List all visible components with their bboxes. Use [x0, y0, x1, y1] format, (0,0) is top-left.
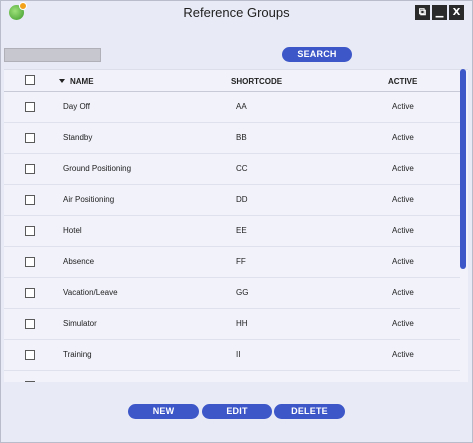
row-checkbox[interactable] [25, 102, 35, 112]
row-active: Active [392, 381, 414, 382]
row-shortcode: ZZ [236, 381, 246, 382]
table-scrollbar[interactable] [460, 69, 466, 269]
header-name[interactable]: NAME [70, 77, 94, 86]
table-row[interactable]: Training II Active [4, 340, 460, 371]
row-name: Absence [63, 257, 95, 266]
row-active: Active [392, 350, 414, 359]
table-row[interactable]: Day Off AA Active [4, 92, 460, 123]
row-name: Hotel [63, 226, 82, 235]
new-button[interactable]: NEW [128, 404, 199, 419]
row-shortcode: II [236, 350, 241, 359]
header-shortcode[interactable]: SHORTCODE [231, 77, 282, 86]
row-checkbox[interactable] [25, 381, 35, 382]
row-checkbox[interactable] [25, 226, 35, 236]
row-shortcode: FF [236, 257, 246, 266]
row-shortcode: AA [236, 102, 247, 111]
window-title: Reference Groups [183, 5, 290, 20]
row-checkbox[interactable] [25, 288, 35, 298]
row-active: Active [392, 164, 414, 173]
header-active[interactable]: ACTIVE [388, 77, 417, 86]
restore-icon[interactable]: ⧉ [415, 5, 430, 20]
row-checkbox[interactable] [25, 164, 35, 174]
table-row[interactable]: Absence FF Active [4, 247, 460, 278]
row-active: Active [392, 102, 414, 111]
minimize-icon[interactable]: ▁ [432, 5, 447, 20]
row-name: Ground Positioning [63, 164, 132, 173]
row-active: Active [392, 319, 414, 328]
search-input[interactable] [4, 48, 101, 62]
title-bar: Reference Groups ⧉ ▁ X [1, 1, 472, 27]
row-name: Vacation/Leave [63, 288, 118, 297]
row-shortcode: CC [236, 164, 248, 173]
table-row[interactable]: Other ZZ Active [4, 371, 460, 382]
row-name: Other [63, 381, 83, 382]
row-shortcode: BB [236, 133, 247, 142]
row-checkbox[interactable] [25, 319, 35, 329]
table-row[interactable]: Vacation/Leave GG Active [4, 278, 460, 309]
sort-desc-icon[interactable] [59, 79, 65, 83]
search-button[interactable]: SEARCH [282, 47, 352, 62]
row-active: Active [392, 133, 414, 142]
row-name: Simulator [63, 319, 97, 328]
select-all-checkbox[interactable] [25, 75, 35, 85]
row-active: Active [392, 226, 414, 235]
row-active: Active [392, 257, 414, 266]
row-active: Active [392, 195, 414, 204]
row-shortcode: EE [236, 226, 247, 235]
row-active: Active [392, 288, 414, 297]
table-header: NAME SHORTCODE ACTIVE [4, 70, 460, 92]
row-checkbox[interactable] [25, 195, 35, 205]
delete-button[interactable]: DELETE [274, 404, 345, 419]
reference-groups-table: NAME SHORTCODE ACTIVE Day Off AA Active Sta… [4, 69, 468, 382]
table-row[interactable]: Hotel EE Active [4, 216, 460, 247]
row-checkbox[interactable] [25, 133, 35, 143]
row-name: Training [63, 350, 92, 359]
table-row[interactable]: Air Positioning DD Active [4, 185, 460, 216]
table-row[interactable]: Ground Positioning CC Active [4, 154, 460, 185]
row-checkbox[interactable] [25, 350, 35, 360]
row-name: Air Positioning [63, 195, 115, 204]
window-controls: ⧉ ▁ X [415, 5, 464, 20]
row-shortcode: GG [236, 288, 249, 297]
row-checkbox[interactable] [25, 257, 35, 267]
table-row[interactable]: Standby BB Active [4, 123, 460, 154]
row-name: Day Off [63, 102, 90, 111]
row-name: Standby [63, 133, 93, 142]
reference-groups-window: Reference Groups ⧉ ▁ X SEARCH NAME SHORT… [0, 0, 473, 443]
row-shortcode: DD [236, 195, 248, 204]
close-icon[interactable]: X [449, 5, 464, 20]
table-row[interactable]: Simulator HH Active [4, 309, 460, 340]
edit-button[interactable]: EDIT [202, 404, 272, 419]
row-shortcode: HH [236, 319, 248, 328]
